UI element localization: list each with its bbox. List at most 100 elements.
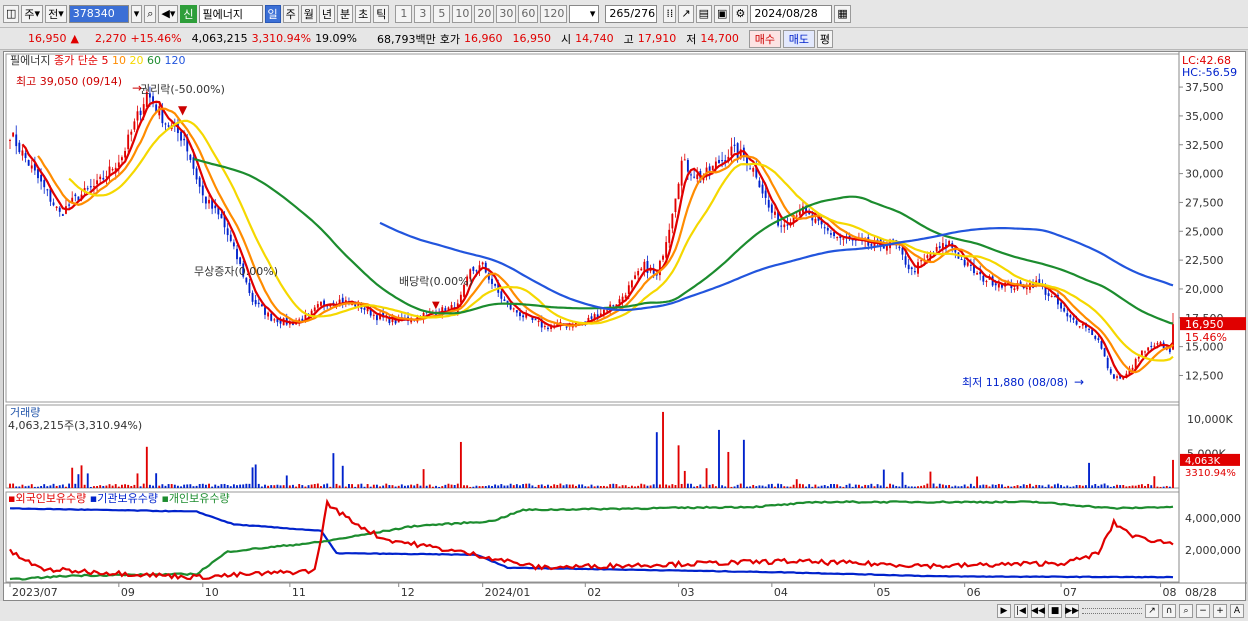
candle-body (920, 260, 923, 262)
minute-tab-60[interactable]: 60 (518, 4, 539, 23)
period-tab-0[interactable]: 일 (264, 4, 281, 23)
minute-tab-20[interactable]: 20 (474, 4, 495, 23)
volume-bar (61, 484, 64, 488)
open-price: 14,740 (575, 32, 614, 45)
volume-bar (951, 486, 954, 488)
volume-bar (77, 474, 80, 488)
minute-custom-select[interactable]: ▾ (569, 4, 600, 23)
volume-bar (842, 486, 845, 488)
minute-tab-5[interactable]: 5 (433, 4, 451, 23)
volume-bar (917, 486, 919, 488)
volume-bar (655, 432, 658, 488)
open-label: 시 (561, 32, 572, 46)
minute-tab-10[interactable]: 10 (452, 4, 473, 23)
volume-bar (27, 485, 30, 488)
candle-body (668, 229, 671, 243)
period-tab-5[interactable]: 초 (355, 4, 372, 23)
minute-tab-1[interactable]: 1 (395, 4, 413, 23)
volume-bar (1125, 486, 1128, 488)
draw-tool-icon[interactable]: ↗ (1145, 604, 1159, 618)
market-mode-select[interactable]: 주 ▾ (21, 4, 44, 23)
candle-body (121, 157, 123, 161)
scroll-left-icon[interactable]: ▶ (997, 604, 1011, 618)
period-tab-3[interactable]: 년 (318, 4, 336, 23)
gear-icon[interactable]: ⚙ (732, 4, 749, 23)
stock-code-input[interactable]: 378340 (68, 4, 129, 23)
candle-body (251, 292, 254, 302)
candle-body (721, 160, 724, 162)
volume-bar (982, 484, 985, 488)
period-tab-2[interactable]: 월 (300, 4, 317, 23)
sell-button[interactable]: 매도 (782, 29, 815, 48)
volume-bar (145, 446, 148, 488)
plus-icon[interactable]: + (1213, 604, 1227, 618)
save-icon[interactable]: ▣ (714, 4, 731, 23)
volume-bar (375, 484, 378, 488)
chart-area[interactable]: 37,500 35,000 32,500 30,000 27,500 25,000 22,5… (3, 51, 1247, 602)
minute-tab-120[interactable]: 120 (540, 4, 568, 23)
volume-bar (764, 486, 767, 488)
volume-bar (1116, 484, 1118, 488)
candle-body (481, 262, 484, 265)
volume-bar (251, 467, 254, 488)
magnet-icon[interactable]: ∩ (1162, 604, 1176, 618)
eval-button[interactable]: 평 (816, 29, 833, 48)
candle-body (270, 313, 273, 321)
candle-body (52, 202, 55, 206)
scroll-forward-icon[interactable]: ▶▶ (1065, 604, 1079, 618)
volume-bar (830, 484, 832, 488)
volume-bar (537, 484, 540, 488)
text-tool-icon[interactable]: A (1230, 604, 1244, 618)
stop-icon[interactable]: ■ (1048, 604, 1062, 618)
stock-chart[interactable]: 37,500 35,000 32,500 30,000 27,500 25,000 22,5… (4, 52, 1247, 602)
volume-bar (612, 483, 615, 488)
data-count-field[interactable]: 265/276 (605, 4, 658, 23)
volume-bar (727, 451, 730, 488)
volume-bar (833, 484, 835, 488)
volume-bar (447, 483, 450, 488)
code-dropdown-icon[interactable]: ▾ (130, 4, 143, 23)
volume-bar (559, 483, 562, 488)
prev-button[interactable]: 전 ▾ (45, 4, 67, 23)
candle-body (1103, 348, 1106, 357)
period-tab-6[interactable]: 틱 (373, 4, 390, 23)
volume-bar (1022, 484, 1025, 488)
scroll-start-icon[interactable]: |◀ (1014, 604, 1028, 618)
candle-body (1069, 315, 1072, 318)
volume-bar (957, 486, 960, 488)
minute-tab-3[interactable]: 3 (414, 4, 432, 23)
calendar-icon[interactable]: ▦ (834, 4, 851, 23)
volume-bar (435, 485, 437, 488)
toolbar: ◫ 주 ▾ 전 ▾ 378340 ▾ ⌕ ◀▾ 신 필에너지 일주월년분초틱 135… (0, 0, 1248, 28)
current-pct-label: 15.46% (1185, 331, 1227, 344)
stock-name-field[interactable]: 필에너지 (198, 4, 263, 23)
speaker-icon[interactable]: ◀▾ (158, 4, 179, 23)
volume-bar (522, 484, 525, 488)
volume-bar (777, 483, 780, 488)
period-tab-4[interactable]: 분 (337, 4, 354, 23)
grid-icon[interactable]: ⁞⁞ (663, 4, 677, 23)
window-menu-icon[interactable]: ◫ (3, 4, 20, 23)
volume-bar (550, 485, 553, 488)
minute-tab-30[interactable]: 30 (496, 4, 517, 23)
scroll-slider[interactable] (1082, 608, 1142, 614)
candle-body (665, 242, 668, 258)
zoom-in-icon[interactable]: ⌕ (1179, 604, 1193, 618)
buy-button[interactable]: 매수 (748, 29, 781, 48)
minus-icon[interactable]: − (1196, 604, 1210, 618)
candle-body (907, 264, 910, 270)
candle-body (27, 160, 30, 166)
volume-bar (1035, 484, 1038, 488)
candle-body (969, 264, 972, 266)
volume-bar (58, 485, 61, 488)
volume-bar (1050, 486, 1053, 488)
search-icon[interactable]: ⌕ (144, 4, 157, 23)
period-tab-1[interactable]: 주 (282, 4, 299, 23)
date-input[interactable]: 2024/08/28 (750, 4, 833, 23)
print-icon[interactable]: ▤ (695, 4, 713, 23)
tools-icon[interactable]: ↗ (678, 4, 694, 23)
volume-bar (674, 485, 677, 488)
candle-body (127, 134, 130, 150)
x-tick-label: 08/28 (1185, 586, 1217, 599)
scroll-back-icon[interactable]: ◀◀ (1031, 604, 1045, 618)
